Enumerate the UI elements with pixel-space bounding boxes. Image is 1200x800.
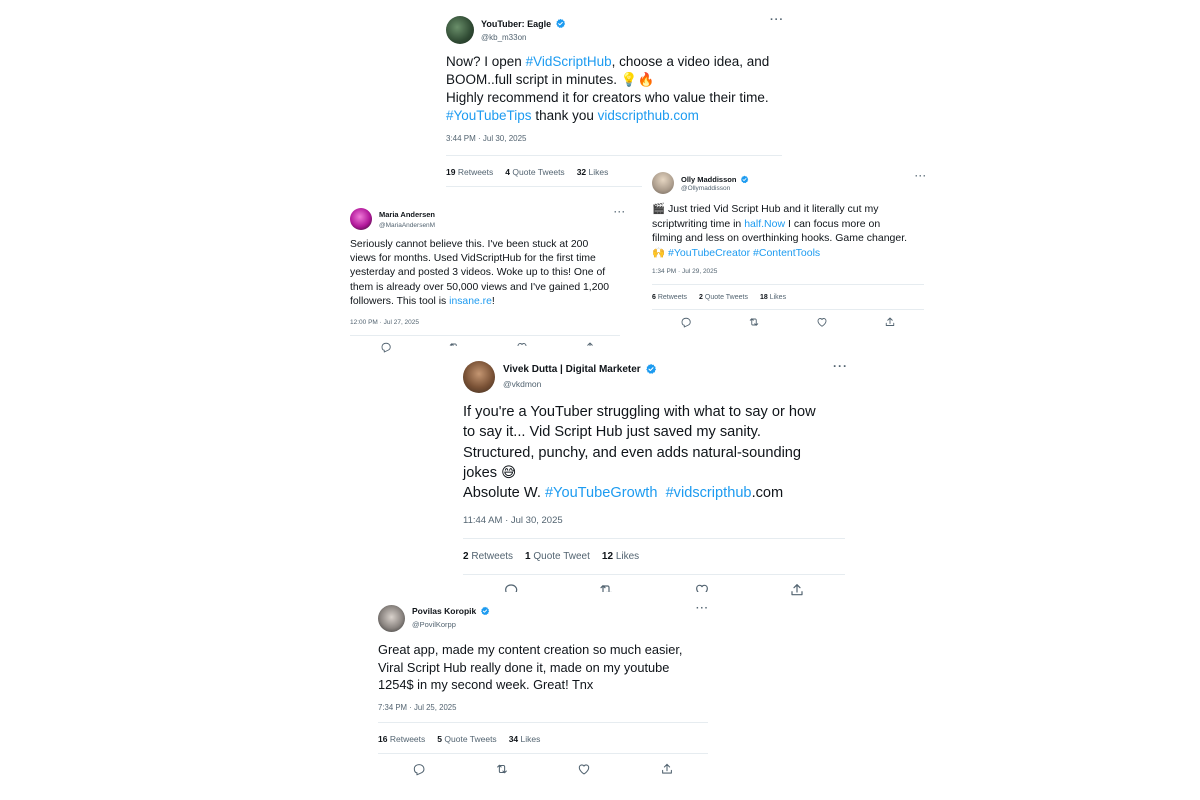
avatar[interactable] [463, 361, 495, 393]
verified-badge-icon [480, 606, 490, 616]
tweet-card-vivek[interactable]: Vivek Dutta | Digital Marketer @vkdmon ·… [448, 346, 860, 608]
divider [350, 335, 620, 336]
hashtag-link[interactable]: #YouTubeTips [446, 108, 532, 123]
author-handle[interactable]: @PovilKorpp [412, 620, 456, 629]
tweet-card-maria[interactable]: Maria Andersen @MariaAndersenM ··· Serio… [340, 195, 630, 360]
share-icon[interactable] [789, 582, 805, 598]
tweet-card-povilas[interactable]: Povilas Koropik @PovilKorpp ··· Great ap… [364, 592, 720, 782]
more-options-icon[interactable]: ··· [915, 171, 927, 181]
clapper-emoji: 🎬 [652, 203, 666, 215]
retweets-count[interactable]: 16 Retweets [378, 734, 425, 744]
retweet-icon[interactable] [495, 762, 509, 776]
tweet-card-olly[interactable]: Olly Maddisson @Ollymaddisson ··· 🎬 Just… [642, 162, 934, 332]
retweets-count[interactable]: 19 Retweets [446, 167, 493, 177]
tweet-text: Great app, made my content creation so m… [378, 642, 683, 692]
divider [463, 538, 845, 539]
tweet-actions [680, 316, 896, 328]
tweet-timestamp[interactable]: 7:34 PM · Jul 25, 2025 [378, 703, 456, 712]
quote-tweets-count[interactable]: 2 Quote Tweets [699, 294, 748, 301]
reply-icon[interactable] [380, 341, 392, 353]
divider [652, 284, 924, 285]
hashtag-link[interactable]: #VidScriptHub [526, 54, 612, 69]
tweet-actions [412, 762, 674, 776]
avatar[interactable] [446, 16, 474, 44]
tweet-stats: 16 Retweets 5 Quote Tweets 34 Likes [378, 734, 552, 744]
more-options-icon[interactable]: ··· [770, 14, 784, 26]
likes-count[interactable]: 32 Likes [577, 167, 609, 177]
verified-badge-icon [555, 18, 566, 29]
author-name-text: Povilas Koropik [412, 606, 477, 616]
url-link[interactable]: insane.re [449, 296, 492, 307]
retweet-icon[interactable] [748, 316, 760, 328]
share-icon[interactable] [884, 316, 896, 328]
fire-emoji: 🔥 [637, 72, 655, 87]
author-name-text: Vivek Dutta | Digital Marketer [503, 363, 641, 375]
reply-icon[interactable] [412, 762, 426, 776]
author-name[interactable]: Vivek Dutta | Digital Marketer [503, 363, 657, 375]
likes-count[interactable]: 12 Likes [602, 551, 639, 562]
hashtag-link[interactable]: #ContentTools [753, 247, 820, 259]
url-link[interactable]: vidscripthub.com [598, 108, 699, 123]
divider [463, 574, 845, 575]
author-name-text: Olly Maddisson [681, 175, 737, 184]
share-icon[interactable] [660, 762, 674, 776]
divider [652, 309, 924, 310]
hashtag-link[interactable]: #YouTubeCreator [668, 247, 750, 259]
divider [378, 753, 708, 754]
avatar[interactable] [378, 605, 405, 632]
avatar[interactable] [350, 208, 372, 230]
more-options-icon[interactable]: ··· [833, 359, 848, 373]
author-name[interactable]: Povilas Koropik [412, 606, 490, 616]
hashtag-link[interactable]: #vidscripthub [666, 485, 752, 501]
like-icon[interactable] [577, 762, 591, 776]
author-name-text: Maria Andersen [379, 210, 435, 219]
quote-tweets-count[interactable]: 4 Quote Tweets [505, 167, 564, 177]
url-link[interactable]: half.Now [744, 218, 785, 230]
raised-hands-emoji: 🙌 [652, 246, 666, 259]
author-name[interactable]: Maria Andersen [379, 210, 435, 219]
author-handle[interactable]: @MariaAndersenM [379, 222, 435, 229]
sweat-smile-emoji: 😅 [501, 464, 517, 481]
author-name-text: YouTuber: Eagle [481, 18, 552, 29]
tweet-stats: 19 Retweets 4 Quote Tweets 32 Likes [446, 167, 620, 177]
hashtag-link[interactable]: #YouTubeGrowth [545, 485, 658, 501]
quote-tweets-count[interactable]: 1 Quote Tweet [525, 551, 590, 562]
tweet-timestamp[interactable]: 11:44 AM · Jul 30, 2025 [463, 515, 563, 526]
author-handle[interactable]: @kb_m33on [481, 33, 526, 42]
tweet-stats: 6 Retweets 2 Quote Tweets 18 Likes [652, 294, 798, 301]
author-name[interactable]: Olly Maddisson [681, 175, 749, 184]
retweets-count[interactable]: 2 Retweets [463, 551, 513, 562]
tweet-text: Now? I open #VidScriptHub, choose a vide… [446, 54, 770, 123]
author-name[interactable]: YouTuber: Eagle [481, 18, 566, 29]
likes-count[interactable]: 34 Likes [509, 734, 541, 744]
lightbulb-emoji: 💡 [620, 72, 638, 87]
tweet-timestamp[interactable]: 3:44 PM · Jul 30, 2025 [446, 134, 527, 143]
divider [446, 155, 782, 156]
retweets-count[interactable]: 6 Retweets [652, 294, 687, 301]
like-icon[interactable] [816, 316, 828, 328]
divider [378, 722, 708, 723]
tweet-text: If you're a YouTuber struggling with wha… [463, 404, 816, 502]
verified-badge-icon [740, 175, 749, 184]
likes-count[interactable]: 18 Likes [760, 294, 786, 301]
tweet-stats: 2 Retweets 1 Quote Tweet 12 Likes [463, 551, 651, 562]
verified-badge-icon [645, 363, 657, 375]
reply-icon[interactable] [680, 316, 692, 328]
more-options-icon[interactable]: ··· [614, 207, 626, 217]
tweet-timestamp[interactable]: 1:34 PM · Jul 29, 2025 [652, 268, 717, 275]
tweet-text: Seriously cannot believe this. I've been… [350, 239, 610, 307]
avatar[interactable] [652, 172, 674, 194]
tweet-text: 🎬 Just tried Vid Script Hub and it liter… [652, 203, 908, 259]
author-handle[interactable]: @Ollymaddisson [681, 185, 730, 192]
quote-tweets-count[interactable]: 5 Quote Tweets [437, 734, 496, 744]
more-options-icon[interactable]: ··· [696, 603, 709, 614]
tweet-timestamp[interactable]: 12:00 PM · Jul 27, 2025 [350, 319, 419, 326]
author-handle[interactable]: @vkdmon [503, 379, 541, 389]
